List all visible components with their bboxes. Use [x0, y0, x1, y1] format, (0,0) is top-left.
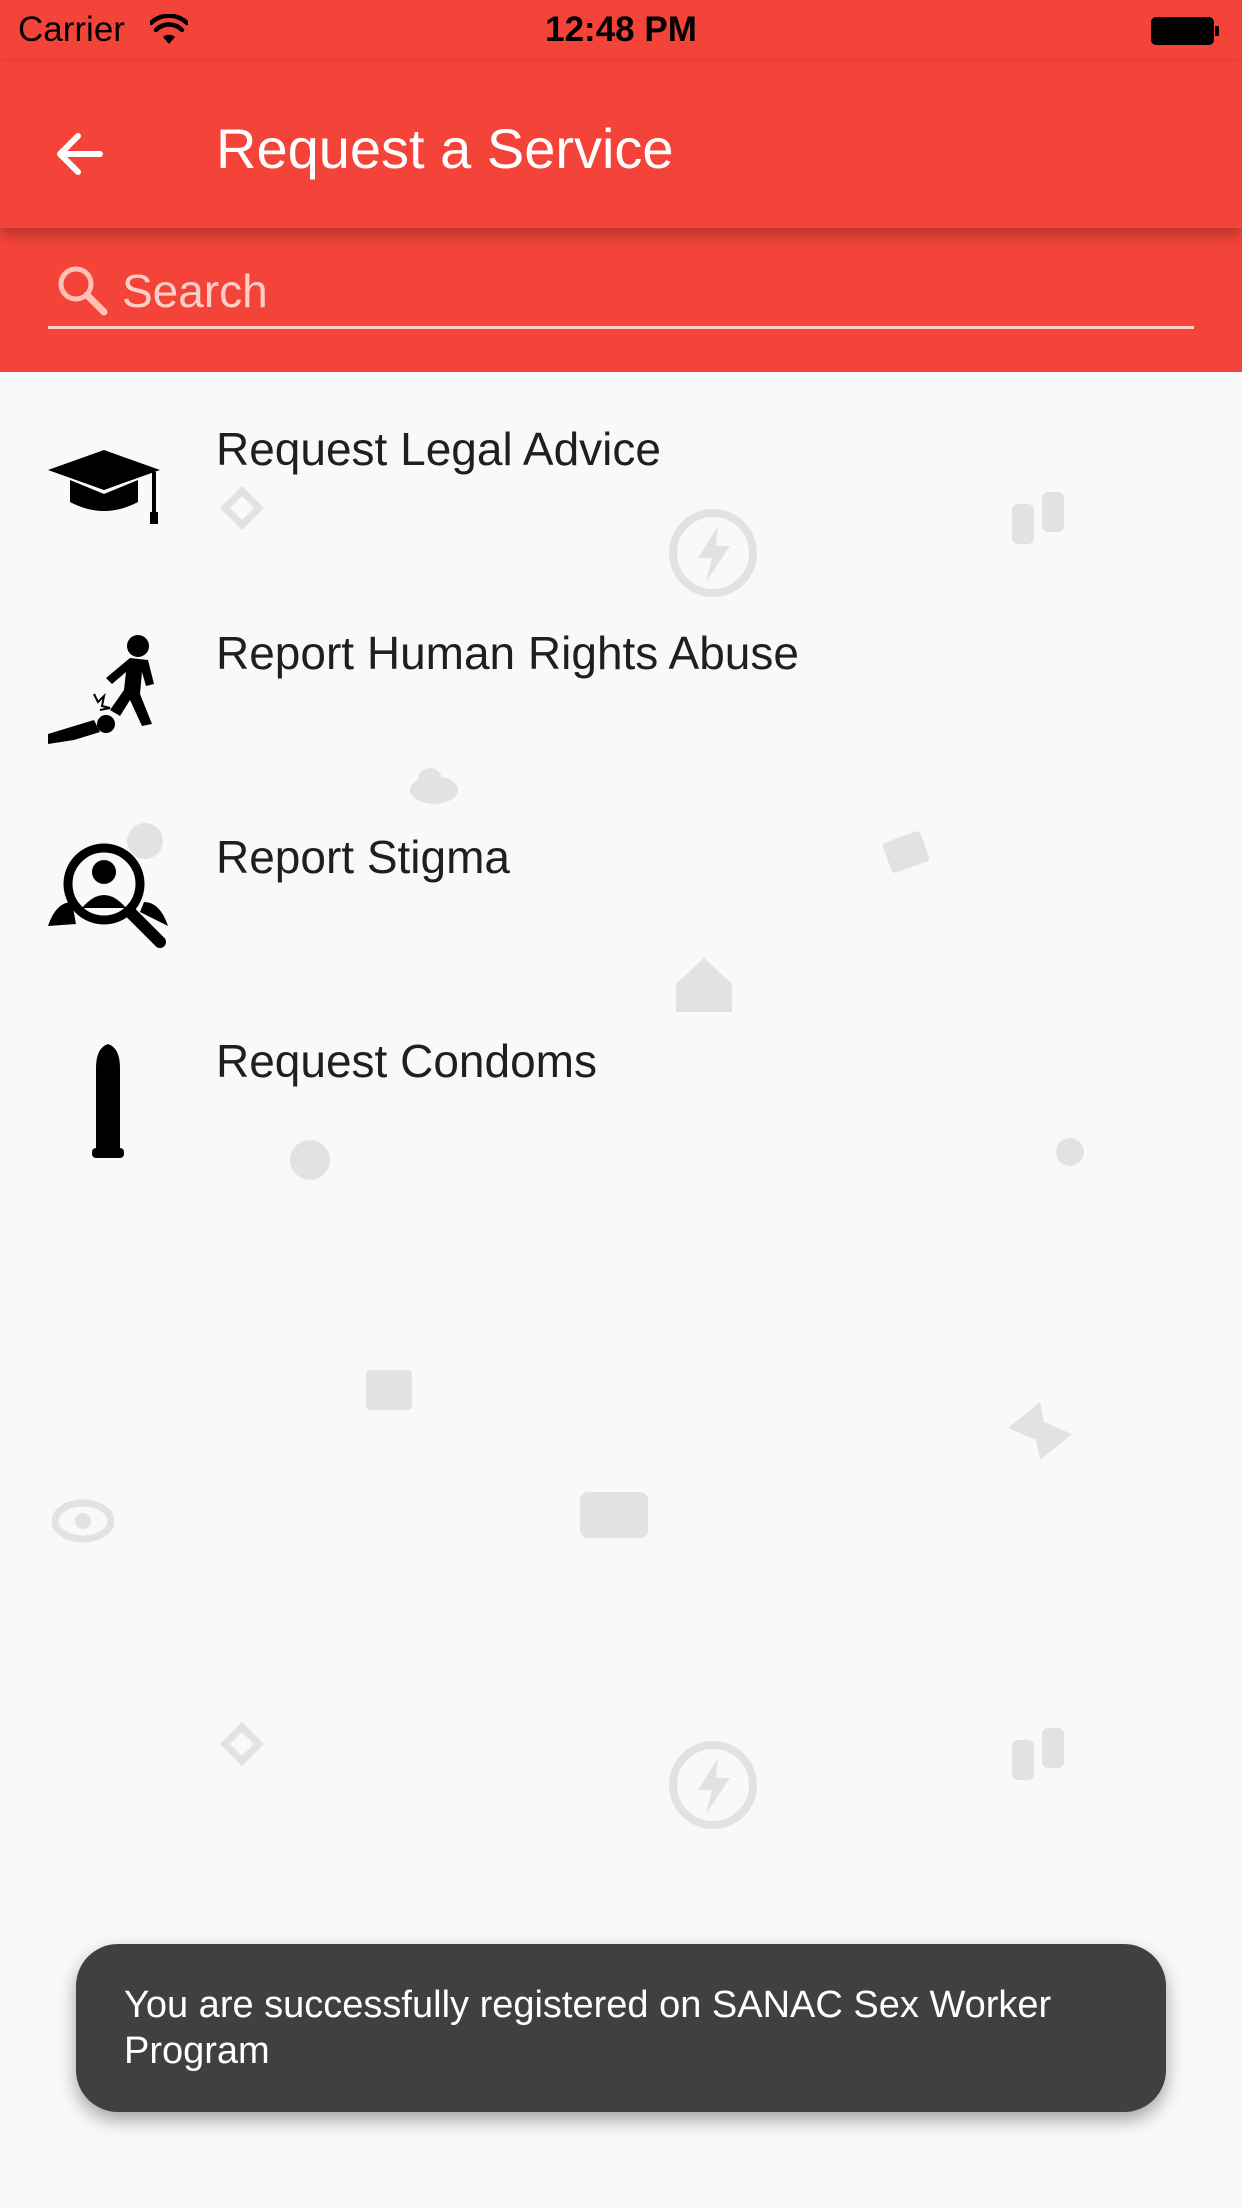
toast-message: You are successfully registered on SANAC… — [76, 1944, 1166, 2112]
watermark-hands-icon — [1012, 1728, 1064, 1780]
status-bar: Carrier 12:48 PM — [0, 0, 1242, 62]
service-list: Request Legal Advice Report Human Rights… — [0, 372, 1242, 1188]
service-label: Request Legal Advice — [216, 423, 661, 475]
search-icon — [58, 266, 108, 316]
battery-icon — [1151, 17, 1219, 45]
stigma-magnifier-icon — [48, 843, 168, 948]
service-item-human-rights-abuse[interactable]: Report Human Rights Abuse — [0, 576, 1242, 780]
service-label: Report Human Rights Abuse — [216, 627, 799, 679]
status-time: 12:48 PM — [545, 10, 697, 49]
service-item-legal-advice[interactable]: Request Legal Advice — [0, 372, 1242, 576]
watermark-eye-icon — [52, 1499, 114, 1543]
service-item-stigma[interactable]: Report Stigma — [0, 780, 1242, 984]
condom-icon — [92, 1044, 124, 1158]
search-input[interactable] — [120, 258, 1184, 324]
search-field[interactable] — [48, 258, 1194, 329]
abuse-figure-icon — [48, 635, 154, 744]
toast-text: You are successfully registered on SANAC… — [124, 1984, 1052, 2072]
service-label: Request Condoms — [216, 1035, 597, 1087]
page-title: Request a Service — [216, 117, 674, 180]
service-item-condoms[interactable]: Request Condoms — [0, 984, 1242, 1188]
graduation-cap-icon — [48, 450, 160, 524]
app-bar: Request a Service — [0, 62, 1242, 228]
service-label: Report Stigma — [216, 831, 511, 883]
arrow-back-icon[interactable] — [44, 114, 124, 194]
watermark-arrows-icon — [1008, 1402, 1072, 1460]
watermark-grid-icon — [366, 1370, 412, 1410]
watermark-lightning-icon — [669, 1741, 757, 1829]
watermark-diamond-icon — [220, 1722, 264, 1766]
watermark-camera-icon — [580, 1492, 648, 1538]
search-bar — [0, 228, 1242, 372]
